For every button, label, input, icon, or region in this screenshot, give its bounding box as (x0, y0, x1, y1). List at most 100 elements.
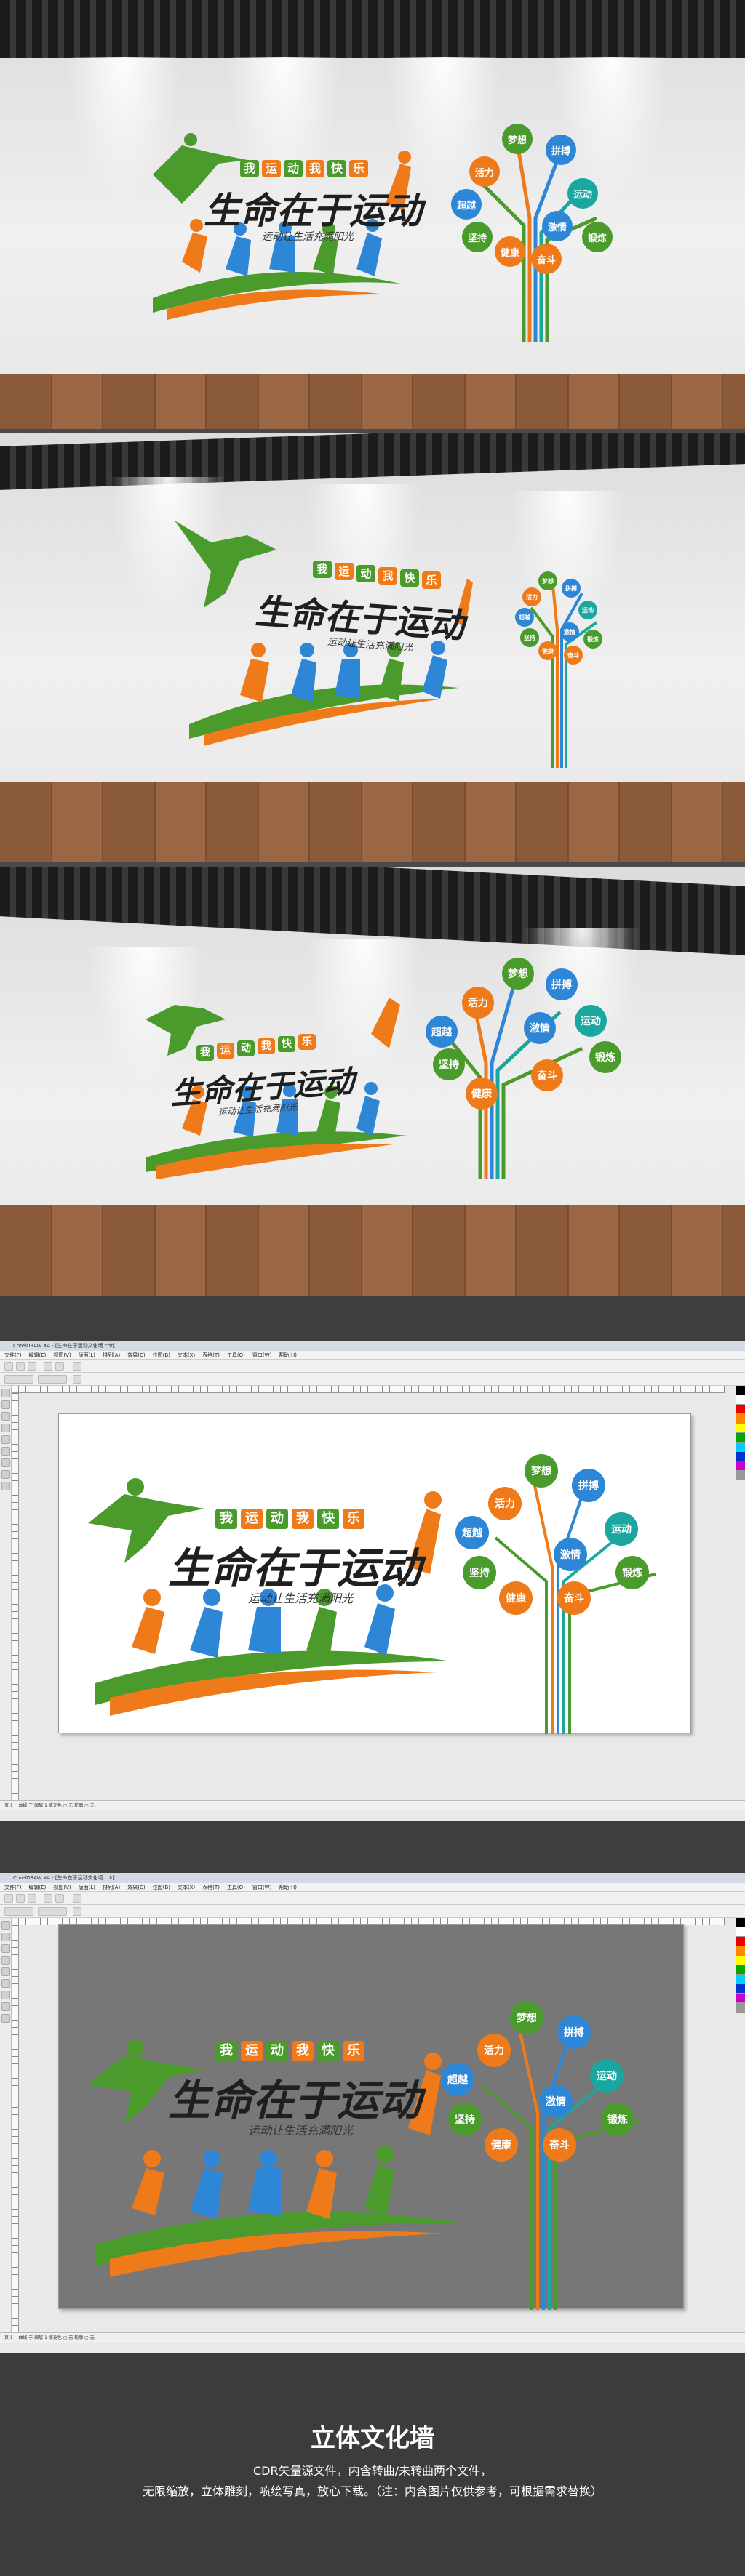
fill-tool-icon[interactable] (1, 1482, 10, 1490)
swatch-cyan[interactable] (736, 1975, 745, 1984)
drawing-page[interactable]: 我 运 动 我 快 乐 生命在于运动 运动让生活充满阳光 梦想 活力 拼搏 超越… (58, 1413, 691, 1734)
height-field-icon[interactable] (38, 1375, 67, 1384)
swatch-orange[interactable] (736, 1946, 745, 1956)
property-bar (0, 1373, 745, 1386)
menu-window[interactable]: 窗口(W) (252, 1351, 271, 1359)
page-tab[interactable]: 页 1 (4, 2335, 13, 2340)
tree-bubble-strive: 拼搏 (546, 968, 578, 1000)
text-tool-icon[interactable] (1, 1470, 10, 1479)
menu-layout[interactable]: 版面(L) (79, 1883, 95, 1891)
freehand-tool-icon[interactable] (1, 1967, 10, 1976)
menu-bar: 文件(F) 编辑(E) 视图(V) 版面(L) 排列(A) 效果(C) 位图(B… (0, 1351, 745, 1360)
crop-tool-icon[interactable] (1, 1944, 10, 1953)
swatch-gray[interactable] (736, 1471, 745, 1480)
menu-arrange[interactable]: 排列(A) (103, 1351, 120, 1359)
redo-icon[interactable] (55, 1894, 64, 1903)
shape-tool-icon[interactable] (1, 1400, 10, 1409)
pick-tool-icon[interactable] (1, 1389, 10, 1397)
swatch-yellow[interactable] (736, 1424, 745, 1433)
swatch-magenta[interactable] (736, 1994, 745, 2003)
tree-bubble-persist: 坚持 (462, 222, 493, 252)
swatch-magenta[interactable] (736, 1461, 745, 1471)
width-field-icon[interactable] (4, 1375, 33, 1384)
fill-tool-icon[interactable] (1, 2014, 10, 2023)
menu-table[interactable]: 表格(T) (202, 1351, 220, 1359)
swatch-white[interactable] (736, 1395, 745, 1405)
swatch-green[interactable] (736, 1965, 745, 1975)
tree-bubble-exercise: 锻炼 (589, 1041, 621, 1073)
menu-table[interactable]: 表格(T) (202, 1883, 220, 1891)
tree-bubble-sport: 运动 (578, 601, 597, 619)
open-icon[interactable] (16, 1894, 25, 1903)
swatch-blue[interactable] (736, 1984, 745, 1994)
swatch-gray[interactable] (736, 2003, 745, 2013)
menu-edit[interactable]: 编辑(E) (29, 1883, 47, 1891)
menu-effects[interactable]: 效果(C) (127, 1351, 145, 1359)
swatch-orange[interactable] (736, 1414, 745, 1424)
tree-branches (479, 137, 598, 342)
drawing-page[interactable]: 我 运 动 我 快 乐 生命在于运动 运动让生活充满阳光 梦想 活力 拼搏 超越… (58, 1924, 684, 2310)
zoom-tool-icon[interactable] (1, 1424, 10, 1432)
menu-bitmaps[interactable]: 位图(B) (153, 1351, 170, 1359)
pick-tool-icon[interactable] (1, 1921, 10, 1930)
swatch-white[interactable] (736, 1927, 745, 1937)
ellipse-tool-icon[interactable] (1, 1458, 10, 1467)
rectangle-tool-icon[interactable] (1, 1447, 10, 1456)
swatch-green[interactable] (736, 1433, 745, 1443)
slogan-6: 乐 (422, 571, 441, 589)
tree-bubble-vitality: 活力 (469, 156, 500, 187)
rotate-icon[interactable] (73, 1375, 81, 1384)
height-field-icon[interactable] (38, 1907, 67, 1916)
menu-view[interactable]: 视图(V) (53, 1883, 71, 1891)
menu-effects[interactable]: 效果(C) (127, 1883, 145, 1891)
swatch-red[interactable] (736, 1405, 745, 1414)
new-icon[interactable] (4, 1894, 13, 1903)
crop-tool-icon[interactable] (1, 1412, 10, 1421)
undo-icon[interactable] (44, 1894, 52, 1903)
redo-icon[interactable] (55, 1362, 64, 1371)
freehand-tool-icon[interactable] (1, 1435, 10, 1444)
save-icon[interactable] (28, 1362, 36, 1371)
width-field-icon[interactable] (4, 1907, 33, 1916)
swatch-blue[interactable] (736, 1452, 745, 1461)
menu-bitmaps[interactable]: 位图(B) (153, 1883, 170, 1891)
shape-tool-icon[interactable] (1, 1933, 10, 1941)
slogan-4: 我 (292, 1509, 314, 1529)
text-tool-icon[interactable] (1, 2002, 10, 2011)
tree-bubble-dream: 梦想 (502, 958, 534, 990)
swatch-black[interactable] (736, 1918, 745, 1927)
menu-tools[interactable]: 工具(O) (227, 1351, 245, 1359)
render-panel-3: 我 运 动 我 快 乐 生命在于运动 运动让生活充满阳光 梦想 活力 拼搏 超越… (0, 867, 745, 1296)
zoom-icon[interactable] (73, 1894, 81, 1903)
tree-bubble-sport: 运动 (590, 2059, 624, 2093)
new-icon[interactable] (4, 1362, 13, 1371)
save-icon[interactable] (28, 1894, 36, 1903)
zoom-tool-icon[interactable] (1, 1956, 10, 1965)
swatch-red[interactable] (736, 1937, 745, 1946)
menu-view[interactable]: 视图(V) (53, 1351, 71, 1359)
menu-layout[interactable]: 版面(L) (79, 1351, 95, 1359)
rotate-icon[interactable] (73, 1907, 81, 1916)
menu-text[interactable]: 文本(X) (178, 1883, 195, 1891)
page-tab[interactable]: 页 1 (4, 1803, 13, 1808)
undo-icon[interactable] (44, 1362, 52, 1371)
menu-help[interactable]: 帮助(H) (279, 1883, 297, 1891)
menu-arrange[interactable]: 排列(A) (103, 1883, 120, 1891)
menu-window[interactable]: 窗口(W) (252, 1883, 271, 1891)
ellipse-tool-icon[interactable] (1, 1991, 10, 1999)
culture-wall-artwork: 我 运 动 我 快 乐 生命在于运动 运动让生活充满阳光 梦想 活力 拼搏 超越… (138, 95, 626, 342)
slogan-6: 乐 (349, 160, 368, 177)
menu-tools[interactable]: 工具(O) (227, 1883, 245, 1891)
menu-help[interactable]: 帮助(H) (279, 1351, 297, 1359)
swatch-yellow[interactable] (736, 1956, 745, 1965)
rectangle-tool-icon[interactable] (1, 1979, 10, 1988)
menu-text[interactable]: 文本(X) (178, 1351, 195, 1359)
tree-bubble-surpass: 超越 (515, 608, 534, 627)
menu-edit[interactable]: 编辑(E) (29, 1351, 47, 1359)
open-icon[interactable] (16, 1362, 25, 1371)
zoom-icon[interactable] (73, 1362, 81, 1371)
swatch-black[interactable] (736, 1386, 745, 1395)
menu-file[interactable]: 文件(F) (4, 1883, 22, 1891)
swatch-cyan[interactable] (736, 1443, 745, 1452)
menu-file[interactable]: 文件(F) (4, 1351, 22, 1359)
